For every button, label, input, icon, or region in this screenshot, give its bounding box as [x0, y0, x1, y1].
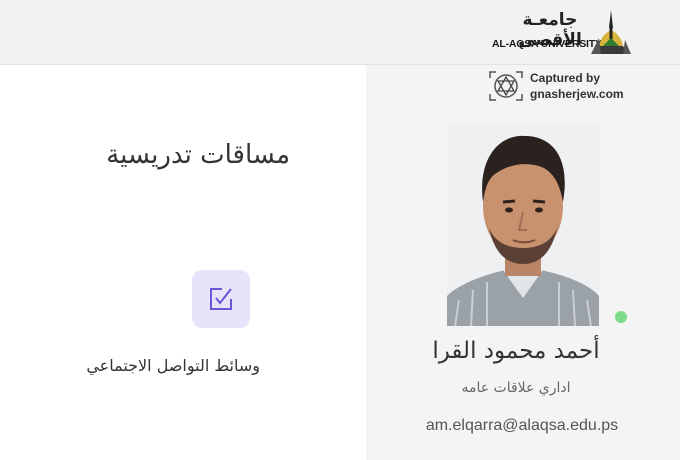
watermark-line1: Captured by — [530, 71, 601, 85]
online-status-indicator — [613, 309, 629, 325]
profile-email-link[interactable]: am.elqarra@alaqsa.edu.ps — [412, 417, 632, 435]
social-media-label: وسائط التواصل الاجتماعي — [86, 356, 260, 375]
profile-name: أحمد محمود القرا — [432, 338, 600, 364]
profile-job-title: اداري علاقات عامه — [461, 380, 571, 396]
top-header-bar: جامعـة الأقصى AL-AQSA UNIVERSITY — [0, 0, 680, 65]
section-title-courses: مساقات تدريسية — [106, 140, 290, 170]
social-media-icon-button[interactable] — [192, 270, 250, 328]
university-logo[interactable]: جامعـة الأقصى AL-AQSA UNIVERSITY — [492, 8, 634, 58]
profile-photo — [447, 124, 599, 326]
camera-star-icon — [489, 71, 523, 101]
capture-watermark: Captured by gnasherjew.com — [488, 68, 628, 104]
person-portrait-icon — [447, 124, 599, 326]
logo-english-text: AL-AQSA UNIVERSITY — [492, 38, 602, 50]
left-content-panel — [0, 65, 366, 460]
checkbox-edit-icon — [210, 288, 232, 310]
watermark-line2: gnasherjew.com — [530, 87, 624, 101]
university-emblem-icon — [591, 10, 631, 54]
